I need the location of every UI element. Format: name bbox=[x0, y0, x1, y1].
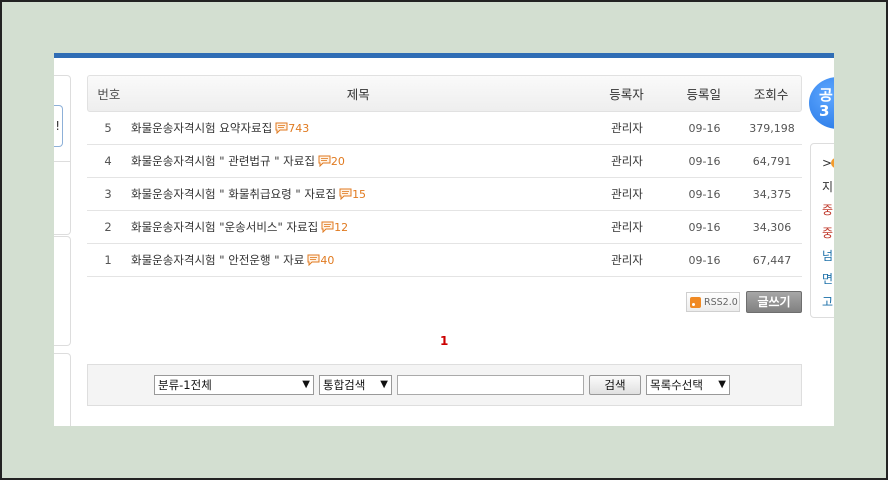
row-author: 관리자 bbox=[611, 121, 643, 135]
left-login-field[interactable]: ! bbox=[54, 105, 63, 147]
table-row[interactable]: 4 화물운송자격시험 " 관련법규 " 자료집 20 관리자 09-16 64,791 bbox=[87, 145, 802, 178]
search-scope-select[interactable]: 통합검색 ▼ bbox=[319, 375, 392, 395]
row-author: 관리자 bbox=[611, 154, 643, 168]
left-sidebar-box bbox=[54, 75, 71, 235]
row-title-cell: 화물운송자격시험 " 안전운행 " 자료 40 bbox=[129, 252, 587, 268]
left-divider bbox=[54, 161, 70, 162]
comment-count[interactable]: 20 bbox=[331, 155, 345, 168]
row-title-cell: 화물운송자격시험 "운송서비스" 자료집 12 bbox=[129, 219, 587, 235]
row-date: 09-16 bbox=[688, 253, 721, 267]
row-title-cell: 화물운송자격시험 " 화물취급요령 " 자료집 15 bbox=[129, 186, 587, 202]
right-sidebar-panel: > 지 중 중 넘 면 고 bbox=[810, 143, 834, 318]
board-list: 번호 제목 등록자 등록일 조회수 5 화물운송자격시험 요약자료집 743 관리자 0… bbox=[87, 75, 802, 277]
row-views: 34,375 bbox=[752, 187, 792, 201]
page: ! 번호 제목 등록자 등록일 조회수 5 화물운송자격시험 요약자료집 743 관리… bbox=[54, 53, 834, 426]
comment-icon bbox=[318, 155, 331, 167]
rss-icon bbox=[690, 296, 701, 308]
write-button[interactable]: 글쓰기 bbox=[746, 291, 802, 313]
row-views: 64,791 bbox=[752, 154, 792, 168]
row-date: 09-16 bbox=[688, 121, 721, 135]
list-count-value: 목록수선택 bbox=[650, 378, 703, 392]
col-author-header: 등록자 bbox=[609, 87, 644, 102]
search-scope-value: 통합검색 bbox=[323, 378, 366, 392]
row-title-cell: 화물운송자격시험 " 관련법규 " 자료집 20 bbox=[129, 153, 587, 169]
comment-icon bbox=[339, 188, 352, 200]
search-input[interactable] bbox=[397, 375, 584, 395]
row-author: 관리자 bbox=[611, 253, 643, 267]
col-title-header: 제목 bbox=[346, 87, 370, 102]
left-sidebar-box-2 bbox=[54, 236, 71, 346]
top-accent-bar bbox=[54, 53, 834, 58]
left-sidebar-box-3 bbox=[54, 353, 71, 426]
right-panel-item[interactable]: 중 bbox=[822, 226, 833, 240]
chevron-down-icon: ▼ bbox=[302, 379, 310, 390]
row-views: 67,447 bbox=[752, 253, 792, 267]
table-row[interactable]: 2 화물운송자격시험 "운송서비스" 자료집 12 관리자 09-16 34,306 bbox=[87, 211, 802, 244]
row-title-link[interactable]: 화물운송자격시험 "운송서비스" 자료집 bbox=[131, 220, 318, 234]
search-bar: 분류-1전체 ▼ 통합검색 ▼ 검색 목록수선택 ▼ bbox=[87, 364, 802, 406]
right-panel-item[interactable]: 고 bbox=[822, 295, 833, 309]
row-date: 09-16 bbox=[688, 154, 721, 168]
row-title-link[interactable]: 화물운송자격시험 요약자료집 bbox=[131, 121, 272, 135]
row-title-link[interactable]: 화물운송자격시험 " 화물취급요령 " 자료집 bbox=[131, 187, 336, 201]
row-no: 3 bbox=[104, 187, 112, 201]
row-date: 09-16 bbox=[688, 220, 721, 234]
comment-count[interactable]: 12 bbox=[334, 221, 348, 234]
comment-count[interactable]: 15 bbox=[352, 188, 366, 201]
row-title-cell: 화물운송자격시험 요약자료집 743 bbox=[129, 120, 587, 136]
rss-label: RSS2.0 bbox=[704, 296, 738, 308]
table-row[interactable]: 1 화물운송자격시험 " 안전운행 " 자료 40 관리자 09-16 67,447 bbox=[87, 244, 802, 277]
comment-icon bbox=[275, 122, 288, 134]
promo-circle-text: 공3 bbox=[819, 86, 833, 120]
chevron-down-icon: ▼ bbox=[718, 379, 726, 390]
col-no-header: 번호 bbox=[97, 87, 121, 102]
rss-button[interactable]: RSS2.0 bbox=[686, 292, 740, 312]
row-no: 4 bbox=[104, 154, 112, 168]
right-promo-circle[interactable]: 공3 bbox=[809, 77, 834, 129]
row-author: 관리자 bbox=[611, 220, 643, 234]
row-title-link[interactable]: 화물운송자격시험 " 안전운행 " 자료 bbox=[131, 253, 304, 267]
row-no: 5 bbox=[104, 121, 112, 135]
row-no: 2 bbox=[104, 220, 112, 234]
row-no: 1 bbox=[104, 253, 112, 267]
chevron-down-icon: ▼ bbox=[380, 379, 388, 390]
board-header: 번호 제목 등록자 등록일 조회수 bbox=[87, 75, 802, 112]
col-date-header: 등록일 bbox=[686, 87, 722, 102]
table-row[interactable]: 3 화물운송자격시험 " 화물취급요령 " 자료집 15 관리자 09-16 34,375 bbox=[87, 178, 802, 211]
right-panel-item[interactable]: 중 bbox=[822, 203, 833, 217]
row-author: 관리자 bbox=[611, 187, 643, 201]
row-title-link[interactable]: 화물운송자격시험 " 관련법규 " 자료집 bbox=[131, 154, 315, 168]
col-views-header: 조회수 bbox=[753, 87, 789, 102]
row-date: 09-16 bbox=[688, 187, 721, 201]
comment-count[interactable]: 40 bbox=[320, 254, 334, 267]
category-select-value: 분류-1전체 bbox=[158, 378, 212, 392]
row-views: 379,198 bbox=[749, 121, 795, 135]
comment-count[interactable]: 743 bbox=[288, 122, 309, 135]
search-button[interactable]: 검색 bbox=[589, 375, 641, 395]
list-count-select[interactable]: 목록수선택 ▼ bbox=[646, 375, 730, 395]
right-panel-item[interactable]: 지 bbox=[822, 180, 833, 194]
row-views: 34,306 bbox=[752, 220, 792, 234]
right-panel-arrow: > bbox=[822, 156, 833, 170]
right-panel-item[interactable]: 면 bbox=[822, 272, 833, 286]
comment-icon bbox=[307, 254, 320, 266]
right-panel-item[interactable]: 넘 bbox=[822, 249, 833, 263]
comment-icon bbox=[321, 221, 334, 233]
table-row[interactable]: 5 화물운송자격시험 요약자료집 743 관리자 09-16 379,198 bbox=[87, 112, 802, 145]
page-number-current[interactable]: 1 bbox=[440, 334, 448, 348]
category-select[interactable]: 분류-1전체 ▼ bbox=[154, 375, 314, 395]
